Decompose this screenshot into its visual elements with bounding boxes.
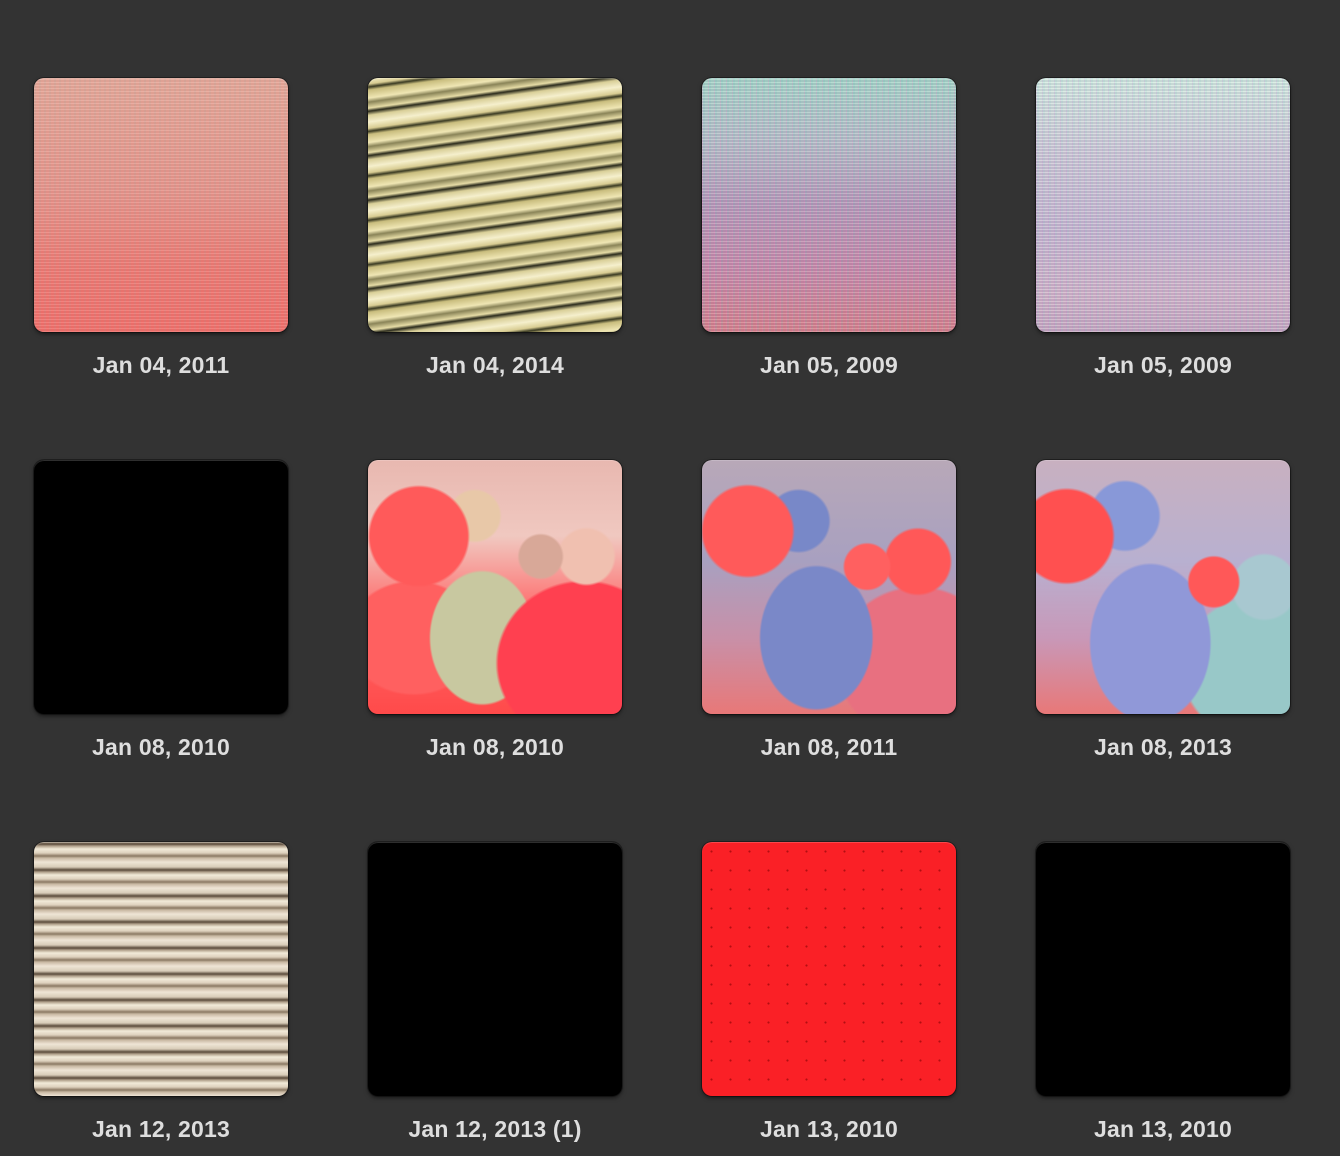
photo-item[interactable]: Jan 08, 2010 bbox=[334, 382, 668, 760]
photo-item[interactable]: Jan 13, 2010 bbox=[668, 764, 1002, 1142]
photo-thumbnail[interactable] bbox=[34, 460, 288, 714]
photo-caption: Jan 08, 2013 bbox=[1094, 734, 1232, 760]
photo-caption: Jan 04, 2011 bbox=[92, 352, 230, 378]
photo-thumbnail[interactable] bbox=[702, 78, 956, 332]
photo-item[interactable]: Jan 13, 2010 bbox=[1002, 764, 1336, 1142]
photo-thumbnail[interactable] bbox=[34, 842, 288, 1096]
photo-caption: Jan 08, 2010 bbox=[92, 734, 230, 760]
photo-thumbnail[interactable] bbox=[34, 78, 288, 332]
photo-item[interactable]: Jan 05, 2009 bbox=[1002, 0, 1336, 378]
photo-caption: Jan 12, 2013 bbox=[92, 1116, 230, 1142]
photo-item[interactable]: Jan 08, 2013 bbox=[1002, 382, 1336, 760]
photo-item[interactable]: Jan 05, 2009 bbox=[668, 0, 1002, 378]
photo-caption: Jan 13, 2010 bbox=[760, 1116, 898, 1142]
photo-caption: Jan 13, 2010 bbox=[1094, 1116, 1232, 1142]
photo-item[interactable]: Jan 08, 2011 bbox=[668, 382, 1002, 760]
photo-caption: Jan 08, 2011 bbox=[760, 734, 898, 760]
photo-caption: Jan 05, 2009 bbox=[1094, 352, 1232, 378]
photo-item[interactable]: Jan 04, 2014 bbox=[334, 0, 668, 378]
photo-thumbnail[interactable] bbox=[368, 460, 622, 714]
photo-thumbnail[interactable] bbox=[1036, 842, 1290, 1096]
photo-thumbnail[interactable] bbox=[702, 842, 956, 1096]
photo-thumbnail[interactable] bbox=[368, 842, 622, 1096]
photo-item[interactable]: Jan 04, 2011 bbox=[0, 0, 334, 378]
photo-item[interactable]: Jan 08, 2010 bbox=[0, 382, 334, 760]
photo-item[interactable]: Jan 12, 2013 bbox=[0, 764, 334, 1142]
photo-thumbnail[interactable] bbox=[368, 78, 622, 332]
photo-grid: Jan 04, 2011 Jan 04, 2014 Jan 05, 2009 J… bbox=[0, 0, 1340, 1156]
photo-thumbnail[interactable] bbox=[1036, 78, 1290, 332]
photo-caption: Jan 04, 2014 bbox=[426, 352, 564, 378]
photo-thumbnail[interactable] bbox=[702, 460, 956, 714]
photo-thumbnail[interactable] bbox=[1036, 460, 1290, 714]
photo-caption: Jan 08, 2010 bbox=[426, 734, 564, 760]
photo-item[interactable]: Jan 12, 2013 (1) bbox=[334, 764, 668, 1142]
photo-caption: Jan 12, 2013 (1) bbox=[408, 1116, 582, 1142]
photo-caption: Jan 05, 2009 bbox=[760, 352, 898, 378]
